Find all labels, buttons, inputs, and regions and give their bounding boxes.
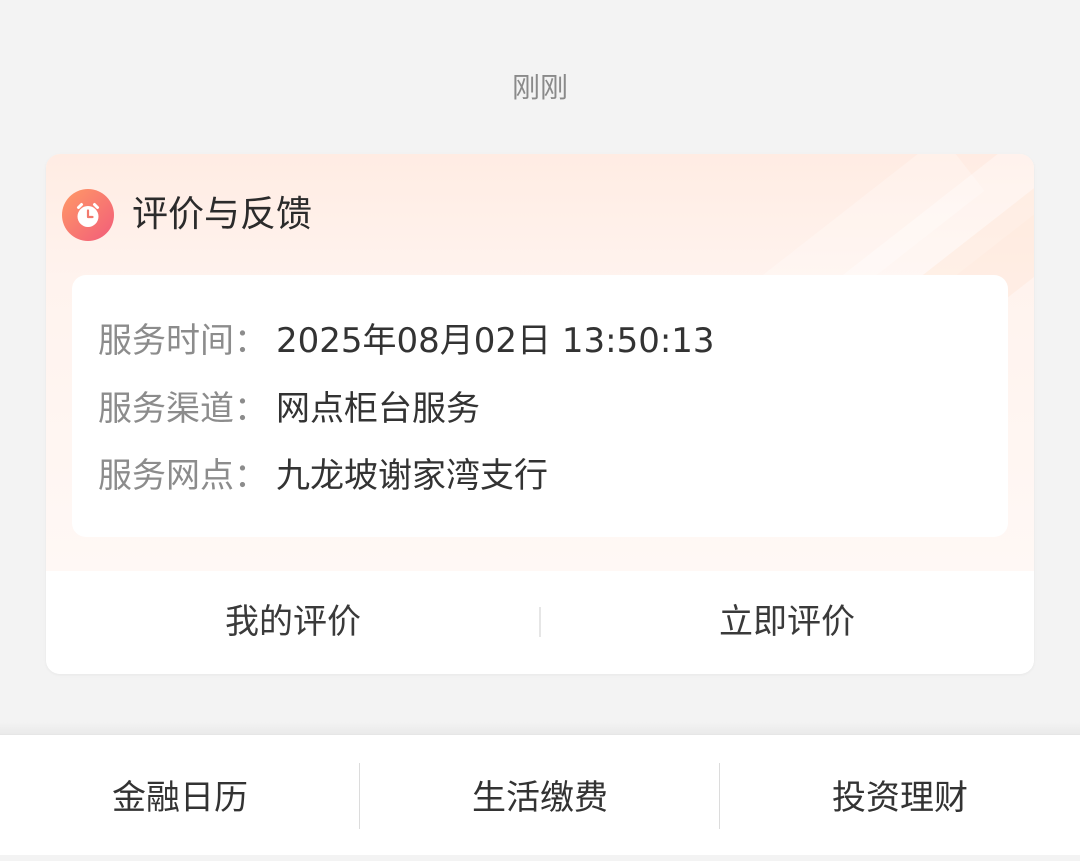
service-time-row: 服务时间： 2025年08月02日 13:50:13: [98, 316, 715, 366]
service-time-value: 2025年08月02日 13:50:13: [276, 321, 715, 361]
alarm-clock-icon: [62, 189, 114, 241]
service-branch-row: 服务网点： 九龙坡谢家湾支行: [98, 451, 548, 501]
menu-utility-payment[interactable]: 生活缴费: [360, 735, 720, 855]
bottom-bar-shadow: [0, 722, 1080, 734]
message-timestamp: 刚刚: [511, 71, 568, 104]
menu-financial-calendar[interactable]: 金融日历: [0, 735, 360, 855]
review-now-button[interactable]: 立即评价: [540, 571, 1034, 674]
service-channel-row: 服务渠道： 网点柜台服务: [98, 384, 480, 434]
card-header: 评价与反馈: [62, 188, 312, 242]
service-info-box: 服务时间： 2025年08月02日 13:50:13 服务渠道： 网点柜台服务 服务…: [72, 275, 1008, 537]
menu-investment[interactable]: 投资理财: [720, 735, 1080, 855]
evaluation-feedback-card: 评价与反馈 服务时间： 2025年08月02日 13:50:13 服务渠道： 网点柜…: [46, 154, 1034, 674]
service-channel-label: 服务渠道：: [98, 389, 268, 429]
my-review-button[interactable]: 我的评价: [46, 571, 540, 674]
card-title: 评价与反馈: [132, 194, 313, 235]
service-time-label: 服务时间：: [98, 321, 268, 361]
bottom-menu-bar: 金融日历 生活缴费 投资理财: [0, 734, 1080, 855]
service-branch-label: 服务网点：: [98, 456, 268, 496]
service-channel-value: 网点柜台服务: [276, 389, 480, 429]
service-branch-value: 九龙坡谢家湾支行: [276, 456, 548, 496]
card-actions: 我的评价 立即评价: [46, 571, 1034, 674]
card-header-area: 评价与反馈 服务时间： 2025年08月02日 13:50:13 服务渠道： 网点柜…: [46, 154, 1034, 571]
